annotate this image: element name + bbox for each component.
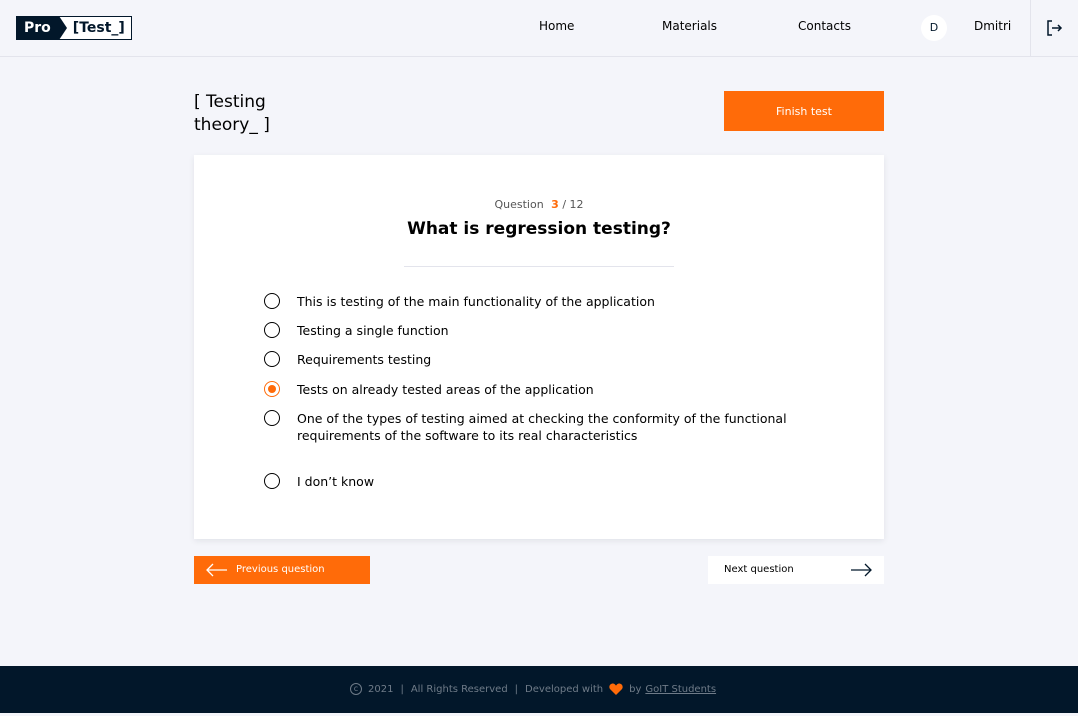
answer-label: Requirements testing [297,352,432,367]
footer-team-link[interactable]: GoIT Students [645,684,716,695]
arrow-left-icon [206,563,227,577]
answer-option[interactable]: Testing a single function [264,322,797,339]
radio-button[interactable] [264,293,280,309]
footer-content: c 2021 | All Rights Reserved | Developed… [350,683,716,695]
question-counter-label: Question [494,198,544,211]
nav-materials[interactable]: Materials [662,19,717,33]
answer-option[interactable]: Requirements testing [264,351,797,368]
question-current: 3 [551,198,559,211]
avatar[interactable]: D [921,15,947,41]
footer-by: by [629,683,642,695]
footer: c 2021 | All Rights Reserved | Developed… [0,666,1078,713]
heart-icon [609,683,623,695]
next-question-button[interactable]: Next question [708,556,884,584]
answer-label: This is testing of the main functionalit… [297,294,655,309]
previous-question-label: Previous question [236,564,325,575]
radio-button-checked[interactable] [264,381,280,397]
answer-label: Tests on already tested areas of the app… [297,382,594,397]
logout-icon[interactable] [1045,19,1063,37]
logo[interactable]: Pro [Test_] [16,16,132,40]
footer-separator: | [514,683,519,695]
previous-question-button[interactable]: Previous question [194,556,370,584]
next-question-label: Next question [724,564,794,575]
finish-test-button[interactable]: Finish test [724,91,884,131]
answer-option[interactable]: This is testing of the main functionalit… [264,293,797,310]
answer-option[interactable]: One of the types of testing aimed at che… [264,410,797,444]
question-counter: Question 3 / 12 [194,198,884,211]
footer-separator: | [400,683,404,695]
header: Pro [Test_] Home Materials Contacts D Dm… [0,0,1078,57]
footer-rights: All Rights Reserved [410,683,508,695]
question-text: What is regression testing? [407,219,671,239]
radio-button[interactable] [264,473,280,489]
copyright-icon: c [350,683,362,695]
answer-option[interactable]: I don’t know [264,473,797,490]
radio-button[interactable] [264,351,280,367]
arrow-right-icon [851,563,872,577]
radio-button[interactable] [264,322,280,338]
logo-test: [Test_] [58,16,132,40]
logo-pro: Pro [16,16,67,40]
question-total: / 12 [562,198,584,211]
answer-label: One of the types of testing aimed at che… [297,411,787,443]
footer-developed: Developed with [525,683,604,695]
page-title: [ Testing theory_ ] [194,92,270,135]
answer-label: I don’t know [297,474,375,489]
radio-button[interactable] [264,410,280,426]
answer-option-selected[interactable]: Tests on already tested areas of the app… [264,381,797,398]
question-card: Question 3 / 12 What is regression testi… [194,155,884,539]
footer-year: 2021 [368,683,394,695]
answer-label: Testing a single function [297,323,449,338]
user-name: Dmitri [974,19,1012,33]
header-divider [1030,0,1031,57]
nav-contacts[interactable]: Contacts [798,19,851,33]
nav-home[interactable]: Home [539,19,574,33]
question-divider [404,266,674,267]
